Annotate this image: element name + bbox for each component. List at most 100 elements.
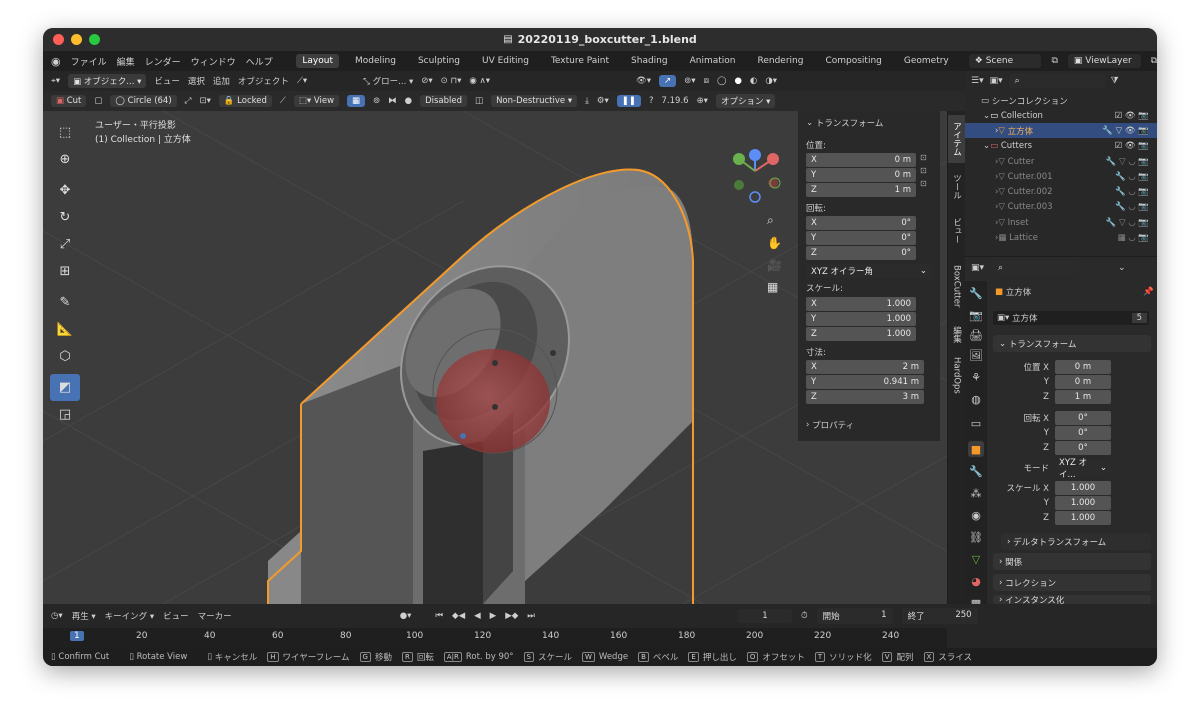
close-window-button[interactable]	[53, 34, 64, 45]
row-toggles[interactable]: 🔧 ▽ 👁 📷	[1102, 126, 1149, 136]
proportional-edit-icon[interactable]: ◉ ∧▾	[469, 76, 490, 86]
add-cube-icon[interactable]: ⬡	[50, 343, 80, 370]
bevel-icon[interactable]: ◫	[475, 96, 483, 106]
grid-snap-icon[interactable]: ▦	[347, 95, 366, 107]
new-scene-icon[interactable]: ⧉	[1051, 56, 1057, 66]
tab-uv-editing[interactable]: UV Editing	[476, 54, 535, 68]
rendered-shading-icon[interactable]: ◑▾	[765, 76, 777, 86]
timeline-editor-icon[interactable]: ◷▾	[51, 611, 63, 621]
tab-compositing[interactable]: Compositing	[819, 54, 887, 68]
prop-location-y[interactable]: 0 m	[1055, 375, 1111, 389]
boxcutter-icon[interactable]: ◩	[50, 374, 80, 401]
current-frame-field[interactable]: 1	[737, 609, 792, 623]
dimension-y-field[interactable]: Y 0.941 m	[806, 375, 924, 389]
scene-collection-row[interactable]: ▭ シーンコレクション	[965, 93, 1157, 108]
tab-texture-paint[interactable]: Texture Paint	[545, 54, 615, 68]
render-tab-icon[interactable]: 📷	[968, 307, 984, 323]
rotation-x-field[interactable]: X 0°	[806, 216, 916, 230]
view-layer-tab-icon[interactable]: 🖼	[968, 347, 984, 363]
transform-header[interactable]: ⌄ トランスフォーム	[806, 116, 932, 130]
navigation-gizmo[interactable]	[733, 149, 781, 203]
scale-icon[interactable]: ⤢	[50, 231, 80, 258]
move-icon[interactable]: ✥	[50, 177, 80, 204]
prop-scale-x[interactable]: 1.000	[1055, 481, 1111, 495]
menu-edit[interactable]: 編集	[117, 55, 135, 68]
prop-scale-y[interactable]: 1.000	[1055, 496, 1111, 510]
material-shading-icon[interactable]: ◐	[750, 76, 757, 86]
zoom-icon[interactable]: ⌕	[767, 213, 782, 228]
row-toggles[interactable]: 🔧 ◡ 📷	[1115, 202, 1149, 212]
pin-icon[interactable]: 📌	[1143, 287, 1154, 297]
tool-tab-icon[interactable]: 🔧	[968, 285, 984, 301]
scene-selector[interactable]: ❖ Scene	[968, 54, 1042, 68]
fit-icon[interactable]: ⤢	[185, 96, 192, 106]
wireframe-shading-icon[interactable]: ◯	[717, 76, 727, 86]
location-x-field[interactable]: X 0 m	[806, 153, 916, 167]
sidebar-tab-boxcutter[interactable]: BoxCutter	[948, 257, 965, 315]
help-icon[interactable]: ?	[649, 96, 654, 106]
row-toggles[interactable]: ▦ ◡ 📷	[1118, 233, 1149, 243]
outliner-row-cutters[interactable]: ⌄ ▭ Cutters ☑ 👁 📷	[965, 138, 1157, 153]
row-toggles[interactable]: ☑ 👁 📷	[1115, 111, 1149, 121]
overlay-toggle-icon[interactable]: ⊚▾	[684, 76, 695, 86]
prop-location-x[interactable]: 0 m	[1055, 360, 1111, 374]
transform-orientation[interactable]: ⤡ グロー... ▾	[363, 75, 413, 87]
outliner-row-inset[interactable]: › ▽ Inset 🔧 ▽ ◡ 📷	[965, 215, 1157, 230]
mirror-selector[interactable]: Disabled	[420, 95, 468, 107]
mode-selector[interactable]: ▣ オブジェク... ▾	[68, 74, 147, 88]
row-toggles[interactable]: 🔧 ▽ ◡ 📷	[1106, 157, 1149, 167]
particles-tab-icon[interactable]: ⁂	[968, 485, 984, 501]
pause-icon[interactable]: ❚❚	[616, 95, 641, 107]
align-view-icon[interactable]: ⟋	[280, 96, 286, 106]
prop-location-z[interactable]: 1 m	[1055, 390, 1111, 404]
object-datablock-field[interactable]: ▣▾ 立方体 5	[993, 311, 1149, 325]
prop-rotation-x[interactable]: 0°	[1055, 411, 1111, 425]
outliner-row-lattice[interactable]: › ▦ Lattice ▦ ◡ 📷	[965, 230, 1157, 245]
menu-add[interactable]: 追加	[213, 75, 230, 87]
globe-icon[interactable]: ⊕▾	[697, 96, 708, 106]
tab-geometry[interactable]: Geometry	[898, 54, 955, 68]
lock-icon[interactable]: ⊡	[920, 153, 927, 162]
physics-tab-icon[interactable]: ◉	[968, 507, 984, 523]
outliner-row-collection[interactable]: ⌄ ▭ Collection ☑ 👁 📷	[965, 108, 1157, 123]
tab-modeling[interactable]: Modeling	[349, 54, 402, 68]
stopwatch-icon[interactable]: ⏱	[801, 611, 808, 621]
tab-shading[interactable]: Shading	[625, 54, 674, 68]
dot-icon[interactable]: ●	[405, 96, 412, 106]
menu-object[interactable]: オブジェクト	[238, 75, 289, 87]
menu-render[interactable]: レンダー	[145, 55, 181, 68]
location-z-field[interactable]: Z 1 m	[806, 183, 916, 197]
tab-layout[interactable]: Layout	[296, 54, 340, 68]
data-tab-icon[interactable]: ▽	[968, 551, 984, 567]
collections-section[interactable]: › コレクション	[993, 574, 1151, 591]
keying-menu[interactable]: キーイング ▾	[105, 610, 154, 622]
tab-sculpting[interactable]: Sculpting	[412, 54, 466, 68]
rotation-y-field[interactable]: Y 0°	[806, 231, 916, 245]
outliner-row-cube[interactable]: › ▽ 立方体 🔧 ▽ 👁 📷	[965, 123, 1157, 138]
dimension-x-field[interactable]: X 2 m	[806, 360, 924, 374]
rotation-mode-select[interactable]: XYZ オイラー角 ⌄	[806, 264, 932, 278]
shape-selector[interactable]: ◯ Circle (64)	[110, 95, 177, 107]
outliner-search-input[interactable]: ⌕	[1008, 74, 1105, 88]
filter-icon[interactable]: ⧩	[1111, 76, 1119, 86]
3d-viewport[interactable]: ⬚ ⊕ ✥ ↻ ⤢ ⊞ ✎ 📐 ⬡ ◩ ◲ ユーザー・平行投影 (1) Coll…	[43, 111, 947, 604]
editor-type-icon[interactable]: ⌖▾	[51, 76, 60, 86]
visibility-icon[interactable]: 👁▾	[636, 76, 651, 86]
delta-transform-section[interactable]: › デルタトランスフォーム	[1001, 533, 1151, 550]
rotation-z-field[interactable]: Z 0°	[806, 246, 916, 260]
menu-view[interactable]: ビュー	[154, 75, 180, 87]
dimension-z-field[interactable]: Z 3 m	[806, 390, 924, 404]
behavior-selector[interactable]: Non-Destructive ▾	[491, 95, 578, 107]
playback-menu[interactable]: 再生 ▾	[72, 610, 96, 622]
snap-icon[interactable]: ⊙ ⊓▾	[441, 76, 462, 86]
prop-rotation-y[interactable]: 0°	[1055, 426, 1111, 440]
location-y-field[interactable]: Y 0 m	[806, 168, 916, 182]
select-box-icon[interactable]: ⬚	[50, 119, 80, 146]
view-menu[interactable]: ビュー	[163, 610, 189, 622]
modifier-tab-icon[interactable]: 🔧	[968, 463, 984, 479]
prop-rotation-mode[interactable]: XYZ オイ... ⌄	[1055, 458, 1111, 480]
hops-icon[interactable]: ◲	[50, 401, 80, 428]
minimize-window-button[interactable]	[71, 34, 82, 45]
xray-icon[interactable]: ⧈	[704, 76, 709, 86]
instancing-section[interactable]: › インスタンス化	[993, 595, 1151, 604]
